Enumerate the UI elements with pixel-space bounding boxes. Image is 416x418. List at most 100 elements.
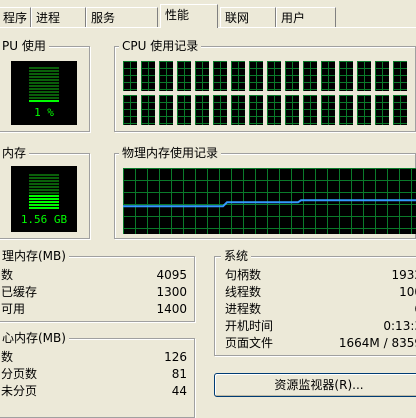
- tab-networking[interactable]: 联网: [220, 7, 276, 27]
- cpu-core-graph: [231, 61, 245, 91]
- cpu-core-graph: [357, 95, 371, 125]
- physical-memory-title: 理内存(MB): [0, 248, 69, 264]
- tab-processes[interactable]: 进程: [31, 7, 86, 27]
- stat-row: 未分页 44: [1, 383, 187, 400]
- stat-value: 1932: [391, 268, 416, 282]
- tab-programs[interactable]: 程序: [0, 7, 31, 27]
- resource-monitor-label: 资源监视器(R)...: [274, 378, 364, 392]
- stat-row: 页面文件 1664M / 8359: [225, 335, 416, 352]
- meter-segment: [29, 73, 59, 75]
- memory-usage-group: 内存 1.56 GB: [0, 145, 90, 239]
- stat-row: 开机时间 0:13:3: [225, 318, 416, 335]
- cpu-usage-group: PU 使用 1 %: [0, 38, 90, 132]
- stat-label: 可用: [1, 302, 26, 316]
- cpu-core-graph: [141, 95, 155, 125]
- stat-label: 数: [1, 350, 14, 364]
- cpu-core-graph: [375, 61, 389, 91]
- memory-history-group: 物理内存使用记录: [114, 145, 416, 239]
- stat-value: 1300: [156, 285, 187, 299]
- tab-performance[interactable]: 性能: [160, 4, 218, 28]
- cpu-core-graph: [375, 95, 389, 125]
- cpu-usage-meter: 1 %: [11, 61, 77, 125]
- cpu-core-graph: [177, 61, 191, 91]
- meter-segment: [29, 192, 59, 194]
- meter-segment: [29, 195, 59, 197]
- cpu-core-graph: [195, 95, 209, 125]
- tab-users[interactable]: 用户: [276, 7, 336, 27]
- physical-memory-group: 理内存(MB) 数 4095 已缓存 1300 可用 1400: [0, 248, 195, 322]
- meter-segment: [29, 201, 59, 203]
- stat-row: 进程数6: [225, 301, 416, 318]
- stat-value: 0:13:3: [383, 319, 416, 333]
- stat-label: 已缓存: [1, 285, 38, 299]
- memory-usage-meter: 1.56 GB: [11, 166, 77, 232]
- meter-segment: [29, 76, 59, 78]
- tab-label: 联网: [225, 11, 250, 25]
- stat-row: 可用 1400: [1, 301, 187, 318]
- system-list: 句柄数 1932 线程数 100 进程数6 开机时间 0:13:3 页面文件 1664M…: [225, 267, 416, 353]
- cpu-core-graph: [267, 95, 281, 125]
- stat-value: 4095: [156, 268, 187, 282]
- cpu-core-graph: [159, 95, 173, 125]
- memory-usage-value: 1.56 GB: [20, 213, 68, 226]
- tab-services[interactable]: 服务: [86, 7, 158, 27]
- cpu-core-graph: [213, 95, 227, 125]
- tab-bar: 程序 进程 服务 性能 联网 用户: [0, 0, 416, 30]
- stat-label: 开机时间: [225, 319, 274, 333]
- system-group: 系统 句柄数 1932 线程数 100 进程数6 开机时间 0:13:3 页面文件 16…: [214, 248, 416, 356]
- cpu-usage-bar: [29, 67, 59, 103]
- meter-segment: [29, 79, 59, 81]
- physical-memory-list: 数 4095 已缓存 1300 可用 1400: [1, 267, 187, 321]
- cpu-core-graph: [357, 61, 371, 91]
- cpu-core-graph: [285, 95, 299, 125]
- stat-value: 81: [171, 367, 187, 381]
- memory-history-graph: [123, 168, 416, 234]
- cpu-core-graph: [393, 95, 407, 125]
- cpu-core-graph: [393, 61, 407, 91]
- meter-segment: [29, 174, 59, 176]
- resource-monitor-button[interactable]: 资源监视器(R)...: [214, 373, 416, 397]
- meter-segment: [29, 198, 59, 200]
- cpu-core-graph: [213, 61, 227, 91]
- stat-label: 句柄数: [225, 268, 262, 282]
- stat-label: 线程数: [225, 285, 262, 299]
- cpu-core-graph: [123, 61, 137, 91]
- cpu-core-graph: [249, 95, 263, 125]
- meter-segment: [29, 177, 59, 179]
- cpu-core-graph: [339, 61, 353, 91]
- cpu-history-title: CPU 使用记录: [119, 38, 202, 54]
- stat-label: 进程数: [225, 302, 262, 316]
- stat-row: 线程数 100: [225, 284, 416, 301]
- memory-usage-bar: [29, 174, 59, 210]
- memory-usage-title: 内存: [0, 145, 30, 161]
- kernel-memory-list: 数 126 分页数 81 未分页 44: [1, 349, 187, 403]
- cpu-core-graph: [177, 95, 191, 125]
- stat-value: 1664M / 8359: [338, 336, 416, 350]
- cpu-core-graph: [321, 61, 335, 91]
- stat-row: 已缓存 1300: [1, 284, 187, 301]
- cpu-usage-title: PU 使用: [0, 38, 49, 54]
- meter-segment: [29, 189, 59, 191]
- cpu-usage-value: 1 %: [34, 106, 54, 119]
- stat-label: 页面文件: [225, 336, 274, 350]
- tab-label: 性能: [165, 8, 190, 22]
- meter-segment: [29, 70, 59, 72]
- memory-history-line: [123, 199, 416, 208]
- system-title: 系统: [221, 248, 252, 264]
- meter-segment: [29, 100, 59, 102]
- cpu-core-graph: [195, 61, 209, 91]
- stat-row: 句柄数 1932: [225, 267, 416, 284]
- cpu-core-graph: [339, 95, 353, 125]
- tab-label: 服务: [91, 11, 116, 25]
- stat-label: 数: [1, 268, 14, 282]
- meter-segment: [29, 180, 59, 182]
- cpu-core-graph: [303, 95, 317, 125]
- cpu-core-graph: [285, 61, 299, 91]
- memory-usage-series: [123, 199, 416, 208]
- cpu-core-graph: [303, 61, 317, 91]
- cpu-core-graph: [267, 61, 281, 91]
- tab-label: 程序: [3, 11, 28, 25]
- meter-segment: [29, 94, 59, 96]
- cpu-core-graph: [321, 95, 335, 125]
- cpu-core-graph: [249, 61, 263, 91]
